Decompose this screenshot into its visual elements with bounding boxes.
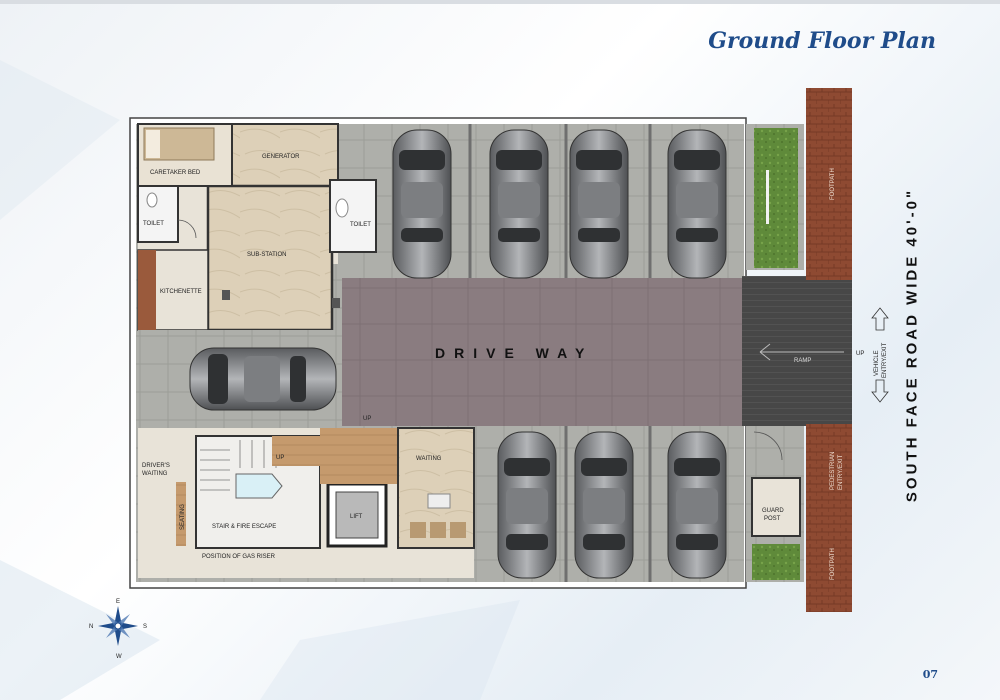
generator-label: GENERATOR	[262, 154, 300, 160]
vehicle-label-2: ENTRY/EXIT	[882, 342, 888, 378]
compass-w: W	[116, 654, 122, 660]
garden-bottom	[752, 544, 800, 580]
toilet-left-icon	[146, 192, 158, 208]
exit-arrow-icon	[871, 379, 889, 403]
footpath-bottom	[806, 424, 852, 612]
ramp-up-label: UP	[856, 351, 864, 357]
car	[489, 129, 549, 279]
compass-n: N	[89, 624, 93, 630]
floor-plan: DRIVE WAY UP GENERATOR SUB-STATION CARET…	[0, 60, 889, 700]
car	[497, 431, 557, 579]
car	[574, 431, 634, 579]
sofa-icon	[450, 522, 466, 538]
compass-e: E	[116, 599, 120, 605]
ramp	[742, 276, 852, 426]
vehicle-label-1: VEHICLE	[874, 350, 880, 376]
guard-post-room	[751, 477, 801, 537]
footpath-top	[806, 88, 852, 280]
toilet-right-room	[329, 179, 377, 253]
footpath-top-label: FOOTPATH	[830, 168, 836, 200]
driveway-label: DRIVE WAY	[435, 345, 593, 361]
toilet-left-label: TOILET	[143, 221, 164, 227]
garden-path-icon	[766, 170, 769, 224]
stair-well-icon	[235, 473, 283, 499]
toilet-right-label: TOILET	[350, 222, 371, 228]
toilet-left-room	[137, 185, 179, 243]
car	[569, 129, 629, 279]
drivers-waiting-label-2: WAITING	[142, 471, 168, 477]
landing	[272, 436, 320, 466]
pedestrian-label-2: ENTRY/EXIT	[838, 454, 844, 490]
substation-label: SUB-STATION	[247, 252, 286, 258]
gas-riser-label: POSITION OF GAS RISER	[202, 554, 276, 560]
sofa-icon	[410, 522, 426, 538]
stair-fire-escape-label: STAIR & FIRE ESCAPE	[212, 524, 276, 530]
ramp-label: RAMP	[794, 358, 811, 364]
garden-top	[754, 128, 798, 268]
guard-post-label-1: GUARD	[762, 508, 784, 514]
car	[667, 431, 727, 579]
footpath-bottom-label: FOOTPATH	[830, 548, 836, 580]
car	[189, 347, 337, 411]
counter-icon	[138, 250, 156, 330]
pedestrian-label-1: PEDESTRIAN	[830, 452, 836, 490]
entry-arrow-icon	[871, 307, 889, 331]
caretaker-bed-label: CARETAKER BED	[150, 170, 201, 176]
driveway-up-label: UP	[363, 416, 371, 422]
road-label: SOUTH FACE ROAD WIDE 40'-0"	[903, 187, 921, 503]
column-marker	[332, 298, 340, 308]
kitchenette-label: KITCHENETTE	[160, 289, 202, 295]
guard-post-label-2: POST	[764, 516, 781, 522]
toilet-right-icon	[335, 198, 349, 218]
substation-column	[222, 290, 230, 300]
car	[667, 129, 727, 279]
compass-s: S	[143, 624, 147, 630]
page-number: 07	[922, 668, 938, 681]
stair-up-label: UP	[276, 455, 284, 461]
table-icon	[427, 493, 451, 509]
pillow-icon	[146, 130, 160, 158]
car	[392, 129, 452, 279]
substation-room	[206, 184, 334, 332]
seating-label: SEATING	[180, 504, 186, 530]
lift-label: LIFT	[350, 514, 363, 520]
drivers-waiting-label-1: DRIVER'S	[142, 463, 170, 469]
sofa-icon	[430, 522, 446, 538]
waiting-label: WAITING	[416, 456, 442, 462]
